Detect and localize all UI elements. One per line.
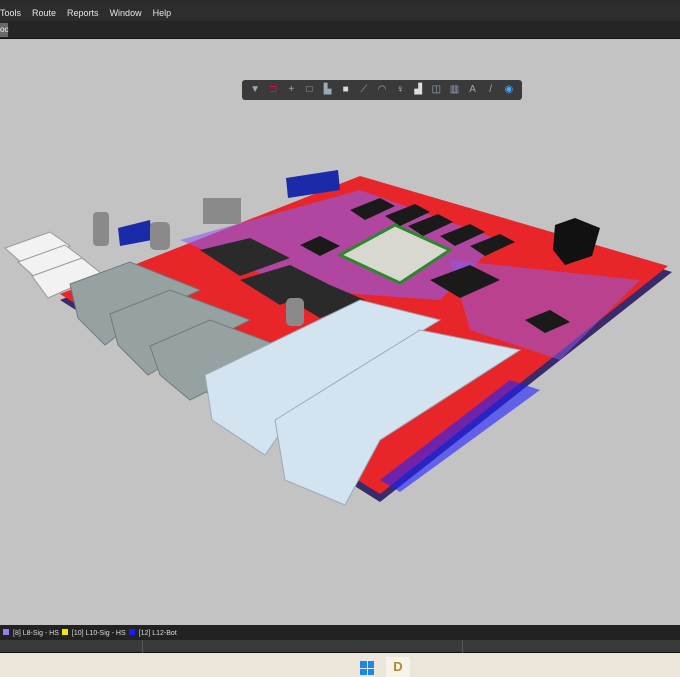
layer-tab-l12[interactable]: [12] L12-Bot xyxy=(126,628,177,637)
menu-route[interactable]: Route xyxy=(32,8,56,18)
header-connector xyxy=(118,220,152,246)
pcb-3d-render xyxy=(4,170,672,506)
menu-help[interactable]: Help xyxy=(153,8,172,18)
layer-tab-l8[interactable]: [8] L8-Sig - HS xyxy=(0,628,59,637)
route-icon[interactable]: ⟋ xyxy=(357,83,371,97)
place-component-icon[interactable]: ▙ xyxy=(321,83,335,97)
layer-tab-l10[interactable]: [10] L10-Sig - HS xyxy=(59,628,126,637)
dimension-icon[interactable]: ▥ xyxy=(447,83,461,97)
via-icon[interactable]: ♀ xyxy=(393,83,407,97)
view-3d-icon[interactable]: ◉ xyxy=(502,83,516,97)
rectangle-select-icon[interactable]: □ xyxy=(302,83,316,97)
pcb-3d-view[interactable]: ▼ ⊐ + □ ▙ ■ ⟋ ◠ ♀ ▟ ◫ ▥ A / ◉ xyxy=(0,39,680,625)
arc-icon[interactable]: ◠ xyxy=(375,83,389,97)
windows-start-icon[interactable] xyxy=(360,661,374,675)
region-icon[interactable]: ◫ xyxy=(429,83,443,97)
altium-app-icon[interactable]: D xyxy=(386,657,410,677)
crosshair-icon[interactable]: + xyxy=(284,83,298,97)
line-icon[interactable]: / xyxy=(484,83,498,97)
status-bar xyxy=(0,640,680,653)
menu-bar: Tools Route Reports Window Help xyxy=(0,5,680,21)
document-tab-bar: oc xyxy=(0,21,680,39)
menu-tools[interactable]: Tools xyxy=(0,8,21,18)
polygon-icon[interactable]: ▟ xyxy=(411,83,425,97)
layer-tabs: [8] L8-Sig - HS [10] L10-Sig - HS [12] L… xyxy=(0,625,680,640)
place-3d-body-icon[interactable]: ■ xyxy=(339,83,353,97)
windows-taskbar xyxy=(0,653,680,677)
document-tab[interactable]: oc xyxy=(0,23,8,37)
menu-window[interactable]: Window xyxy=(110,8,142,18)
text-icon[interactable]: A xyxy=(466,83,480,97)
interactive-route-icon[interactable]: ⊐ xyxy=(266,83,280,97)
filter-icon[interactable]: ▼ xyxy=(248,83,262,97)
menu-reports[interactable]: Reports xyxy=(67,8,99,18)
active-bar-toolbar: ▼ ⊐ + □ ▙ ■ ⟋ ◠ ♀ ▟ ◫ ▥ A / ◉ xyxy=(242,80,522,100)
